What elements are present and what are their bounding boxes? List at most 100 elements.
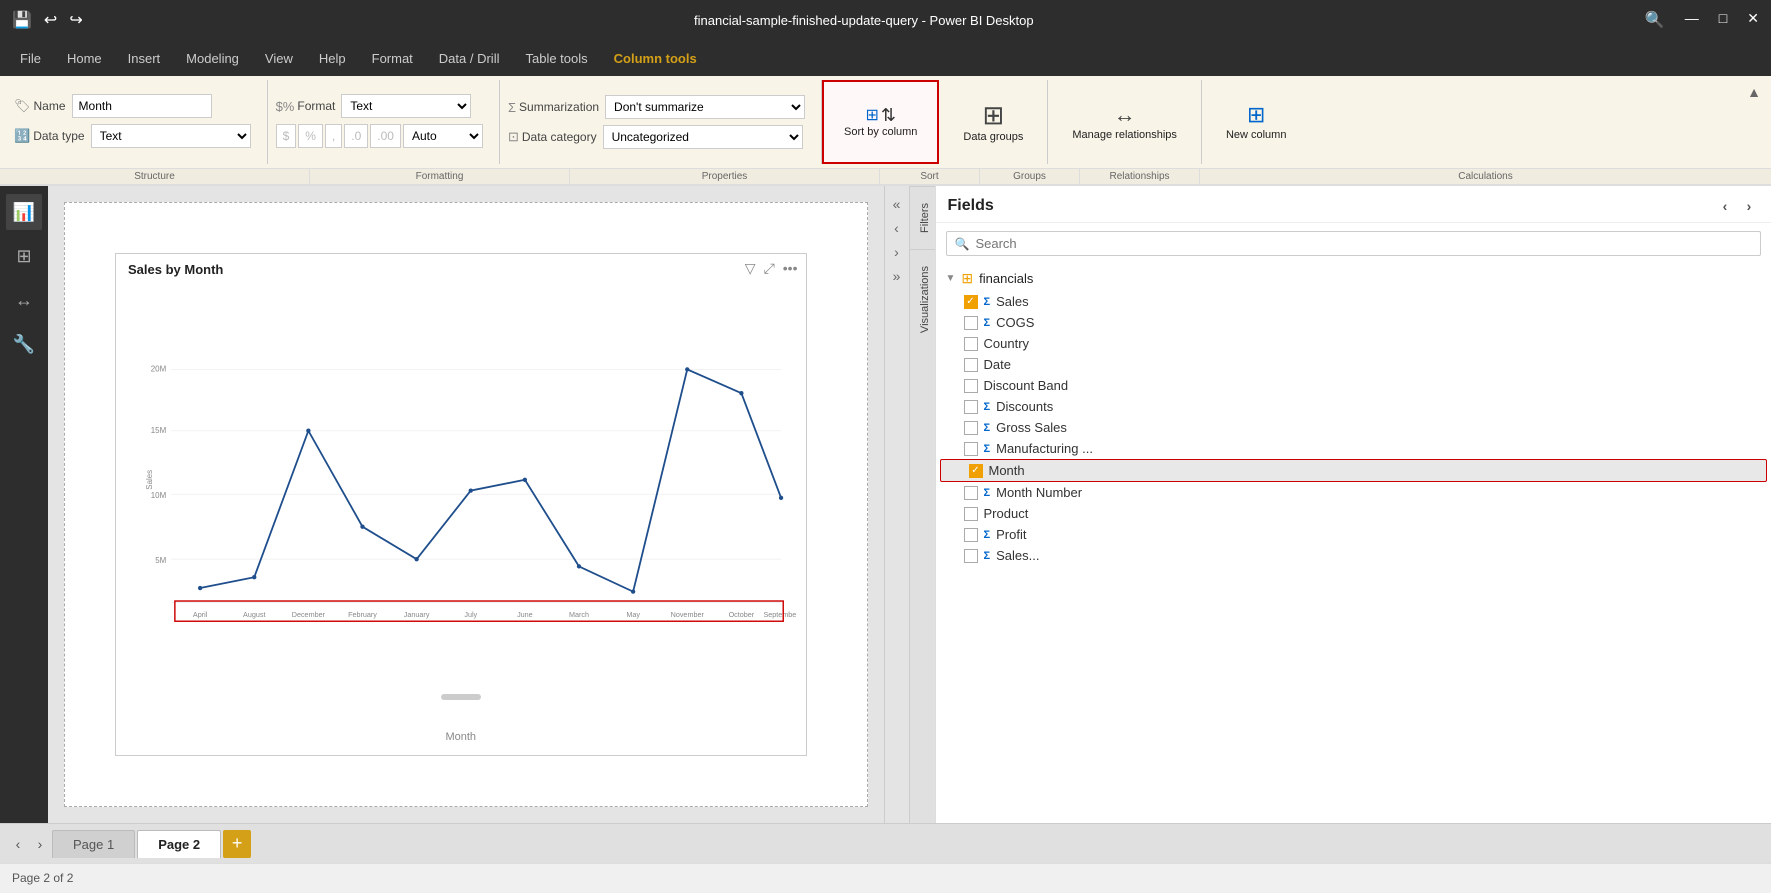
fields-list: ▼ ⊞ financials ✓ Σ Sales Σ COGS — [936, 264, 1771, 823]
filters-tab[interactable]: Filters — [910, 186, 935, 249]
field-product[interactable]: Product — [936, 503, 1771, 524]
field-gross-sales[interactable]: Σ Gross Sales — [936, 417, 1771, 438]
data-view-button[interactable]: ⊞ — [6, 238, 42, 274]
field-month-number[interactable]: Σ Month Number — [936, 482, 1771, 503]
side-panel-tabs: Filters Visualizations — [909, 186, 935, 823]
field-date[interactable]: Date — [936, 354, 1771, 375]
menu-table-tools[interactable]: Table tools — [513, 47, 599, 70]
panel-left-left-arrow[interactable]: « — [887, 194, 907, 214]
expand-icon[interactable]: ⤢ — [764, 260, 775, 277]
panel-right-right-arrow[interactable]: » — [887, 266, 907, 286]
calculations-section-label: Calculations — [1200, 169, 1771, 184]
page-tab-2[interactable]: Page 2 — [137, 830, 221, 858]
format-select[interactable]: Text Whole Number Decimal — [341, 94, 471, 118]
fields-table-header-financials[interactable]: ▼ ⊞ financials — [936, 266, 1771, 291]
minimize-button[interactable]: — — [1685, 10, 1699, 30]
menu-insert[interactable]: Insert — [116, 47, 173, 70]
ribbon-group-formatting: $% Format Text Whole Number Decimal $ % … — [268, 80, 500, 164]
datacategory-select[interactable]: Uncategorized Address City Country/Regio… — [603, 125, 803, 149]
manage-relationships-button[interactable]: ↔ Manage relationships — [1064, 86, 1185, 158]
checkbox-month-number[interactable] — [964, 486, 978, 500]
menu-column-tools[interactable]: Column tools — [602, 47, 709, 70]
menu-home[interactable]: Home — [55, 47, 114, 70]
summarization-select[interactable]: Don't summarize Sum Average Count — [605, 95, 805, 119]
fields-nav-right[interactable]: › — [1739, 196, 1759, 216]
auto-select[interactable]: Auto — [403, 124, 483, 148]
save-icon[interactable]: 💾 — [12, 10, 32, 30]
model-view-button[interactable]: ↔ — [6, 282, 42, 318]
svg-text:January: January — [404, 610, 430, 619]
menu-help[interactable]: Help — [307, 47, 358, 70]
menu-modeling[interactable]: Modeling — [174, 47, 251, 70]
chart-title: Sales by Month — [128, 262, 223, 277]
chart-visual[interactable]: ▽ ⤢ ••• Sales by Month 20M 15M 10M 5M — [115, 253, 807, 756]
field-sales-bottom[interactable]: Σ Sales... — [936, 545, 1771, 566]
svg-text:15M: 15M — [151, 426, 166, 435]
settings-view-button[interactable]: 🔧 — [6, 326, 42, 362]
menu-file[interactable]: File — [8, 47, 53, 70]
field-profit[interactable]: Σ Profit — [936, 524, 1771, 545]
page-next-arrow[interactable]: › — [30, 834, 50, 854]
visualizations-tab[interactable]: Visualizations — [910, 249, 935, 349]
more-options-icon[interactable]: ••• — [783, 260, 798, 277]
new-column-button[interactable]: ⊞ New column — [1218, 86, 1295, 158]
menu-view[interactable]: View — [253, 47, 305, 70]
percent-button[interactable]: % — [298, 124, 323, 148]
data-groups-button[interactable]: ⊞ Data groups — [955, 86, 1031, 158]
checkbox-profit[interactable] — [964, 528, 978, 542]
dec-inc-button[interactable]: .0 — [344, 124, 368, 148]
add-page-button[interactable]: + — [223, 830, 251, 858]
menu-format[interactable]: Format — [360, 47, 425, 70]
dec-dec-button[interactable]: .00 — [370, 124, 401, 148]
datatype-select[interactable]: Text Whole Number Decimal Date — [91, 124, 251, 148]
checkbox-product[interactable] — [964, 507, 978, 521]
field-discount-band[interactable]: Discount Band — [936, 375, 1771, 396]
fields-nav-left[interactable]: ‹ — [1715, 196, 1735, 216]
field-discounts[interactable]: Σ Discounts — [936, 396, 1771, 417]
menu-data-drill[interactable]: Data / Drill — [427, 47, 512, 70]
checkbox-sales[interactable]: ✓ — [964, 295, 978, 309]
ribbon-collapse[interactable]: ▲ — [1743, 80, 1765, 164]
close-button[interactable]: ✕ — [1747, 10, 1759, 30]
sigma-month-number: Σ — [984, 487, 991, 499]
page-tab-1[interactable]: Page 1 — [52, 830, 135, 858]
checkbox-manufacturing[interactable] — [964, 442, 978, 456]
format-icon: $% — [276, 99, 295, 114]
panel-nav-arrows: « ‹ › » — [884, 186, 909, 823]
chart-scroll-handle[interactable] — [441, 694, 481, 700]
panel-right-arrow[interactable]: › — [887, 242, 907, 262]
checkbox-country[interactable] — [964, 337, 978, 351]
sigma-manufacturing: Σ — [984, 443, 991, 455]
checkbox-sales-bottom[interactable] — [964, 549, 978, 563]
field-sales[interactable]: ✓ Σ Sales — [936, 291, 1771, 312]
page-prev-arrow[interactable]: ‹ — [8, 834, 28, 854]
field-label-product: Product — [984, 506, 1762, 521]
checkbox-gross-sales[interactable] — [964, 421, 978, 435]
field-month[interactable]: ✓ Month — [940, 459, 1768, 482]
field-manufacturing[interactable]: Σ Manufacturing ... — [936, 438, 1771, 459]
name-input[interactable] — [72, 94, 212, 118]
checkbox-date[interactable] — [964, 358, 978, 372]
checkbox-month[interactable]: ✓ — [969, 464, 983, 478]
sort-by-column-button[interactable]: ⊞ ⇅ Sort by column — [836, 86, 925, 158]
fields-search-box[interactable]: 🔍 — [946, 231, 1762, 256]
properties-section-label: Properties — [570, 169, 880, 184]
filter-icon[interactable]: ▽ — [745, 260, 756, 277]
field-country[interactable]: Country — [936, 333, 1771, 354]
financials-table-label: financials — [979, 271, 1033, 286]
redo-icon[interactable]: ↪ — [69, 10, 82, 30]
comma-button[interactable]: , — [325, 124, 342, 148]
maximize-button[interactable]: □ — [1719, 10, 1727, 30]
fields-search-input[interactable] — [975, 236, 1752, 251]
expand-financials-icon: ▼ — [946, 273, 956, 284]
currency-button[interactable]: $ — [276, 124, 297, 148]
title-search-icon[interactable]: 🔍 — [1645, 10, 1665, 30]
undo-icon[interactable]: ↩ — [44, 10, 57, 30]
checkbox-cogs[interactable] — [964, 316, 978, 330]
field-cogs[interactable]: Σ COGS — [936, 312, 1771, 333]
panel-left-arrow[interactable]: ‹ — [887, 218, 907, 238]
checkbox-discount-band[interactable] — [964, 379, 978, 393]
svg-text:20M: 20M — [151, 365, 166, 374]
report-view-button[interactable]: 📊 — [6, 194, 42, 230]
checkbox-discounts[interactable] — [964, 400, 978, 414]
